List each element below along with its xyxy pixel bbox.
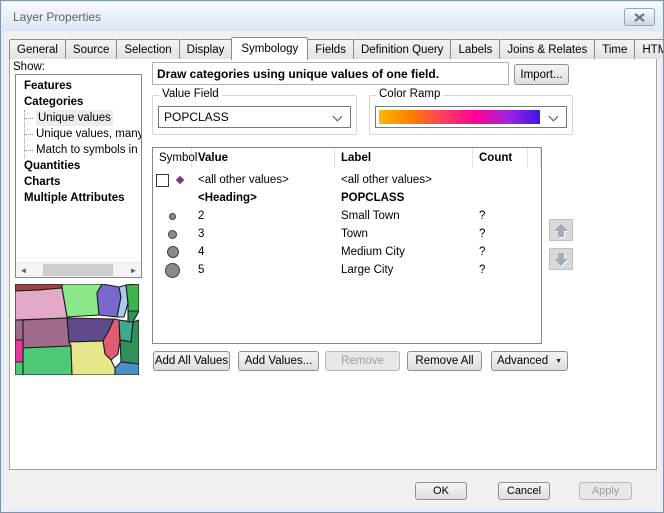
tab-symbology[interactable]: Symbology — [231, 37, 308, 60]
scroll-right-icon[interactable]: ► — [126, 263, 141, 277]
ok-button[interactable]: OK — [415, 482, 467, 500]
show-tree: Features Categories Unique values Unique… — [15, 74, 142, 278]
color-ramp-gradient — [379, 110, 540, 124]
symbol-cell — [153, 189, 192, 207]
tab-fields[interactable]: Fields — [307, 39, 354, 59]
add-values-button[interactable]: Add Values... — [238, 351, 319, 371]
add-all-values-button[interactable]: Add All Values — [153, 351, 230, 371]
header-label: Label — [335, 148, 473, 168]
cancel-button[interactable]: Cancel — [498, 482, 550, 500]
graduated-dot-icon — [167, 246, 179, 258]
title-bar: Layer Properties — [2, 2, 662, 31]
tree-categories-children: Unique values Unique values, many Match … — [24, 110, 141, 158]
table-row[interactable]: <Heading> POPCLASS — [153, 189, 541, 207]
chevron-down-icon — [549, 112, 559, 122]
color-ramp-group: Color Ramp — [369, 95, 573, 135]
scrollbar-track[interactable] — [31, 263, 126, 277]
header-spacer — [528, 148, 541, 168]
symbol-cell — [153, 225, 192, 243]
close-icon — [634, 13, 645, 22]
graduated-dot-icon — [165, 263, 180, 278]
tree-item-match-symbols[interactable]: Match to symbols in a — [25, 142, 141, 158]
chevron-down-icon — [333, 112, 343, 122]
tree-item-unique-values[interactable]: Unique values — [25, 110, 141, 126]
color-ramp-dropdown[interactable] — [375, 106, 567, 128]
instruction-text: Draw categories using unique values of o… — [152, 62, 509, 85]
scrollbar-thumb[interactable] — [43, 264, 113, 276]
show-label: Show: — [13, 61, 45, 73]
header-symbol: Symbol — [153, 148, 192, 168]
window-title: Layer Properties — [13, 10, 101, 24]
dropdown-arrow-icon: ▼ — [555, 358, 562, 365]
tab-source[interactable]: Source — [65, 39, 117, 59]
map-preview-thumbnail — [15, 284, 139, 375]
tab-strip: General Source Selection Display Symbolo… — [9, 36, 664, 59]
tab-display[interactable]: Display — [179, 39, 233, 59]
value-field-group: Value Field POPCLASS — [152, 95, 357, 135]
apply-button: Apply — [579, 482, 632, 500]
tab-general[interactable]: General — [9, 39, 66, 59]
tab-labels[interactable]: Labels — [450, 39, 500, 59]
import-button[interactable]: Import... — [514, 64, 569, 85]
tree-item-categories[interactable]: Categories — [16, 94, 141, 110]
diamond-symbol-icon — [176, 176, 184, 184]
scroll-left-icon[interactable]: ◄ — [16, 263, 31, 277]
move-down-button[interactable] — [549, 248, 573, 270]
tab-definition-query[interactable]: Definition Query — [353, 39, 451, 59]
value-field-value: POPCLASS — [159, 110, 229, 124]
header-count: Count — [473, 148, 528, 168]
tree-item-features[interactable]: Features — [16, 78, 141, 94]
tree-item-multiple-attributes[interactable]: Multiple Attributes — [16, 190, 141, 206]
graduated-dot-icon — [169, 213, 176, 220]
value-field-label: Value Field — [159, 88, 222, 100]
arrow-up-icon — [554, 224, 568, 237]
remove-button: Remove — [325, 351, 400, 371]
unique-values-list: Symbol Value Label Count <all other valu… — [152, 147, 542, 344]
layer-properties-dialog: Layer Properties General Source Selectio… — [0, 0, 664, 513]
tree-item-charts[interactable]: Charts — [16, 174, 141, 190]
table-row[interactable]: 5 Large City ? — [153, 261, 541, 279]
all-other-values-checkbox[interactable] — [156, 174, 169, 187]
arrow-down-icon — [554, 253, 568, 266]
symbol-cell — [153, 207, 192, 225]
tab-selection[interactable]: Selection — [116, 39, 179, 59]
close-button[interactable] — [624, 8, 655, 26]
symbol-cell — [153, 171, 192, 189]
move-up-button[interactable] — [549, 219, 573, 241]
table-row[interactable]: 2 Small Town ? — [153, 207, 541, 225]
value-field-dropdown[interactable]: POPCLASS — [158, 106, 351, 128]
symbol-cell — [153, 261, 192, 279]
tree-horizontal-scrollbar[interactable]: ◄ ► — [16, 262, 141, 277]
advanced-button[interactable]: Advanced ▼ — [491, 351, 568, 371]
tree-item-quantities[interactable]: Quantities — [16, 158, 141, 174]
table-row[interactable]: 3 Town ? — [153, 225, 541, 243]
symbol-cell — [153, 243, 192, 261]
tree-item-unique-values-many[interactable]: Unique values, many — [25, 126, 141, 142]
table-row[interactable]: 4 Medium City ? — [153, 243, 541, 261]
tab-joins-relates[interactable]: Joins & Relates — [499, 39, 595, 59]
color-ramp-label: Color Ramp — [376, 88, 443, 100]
list-header: Symbol Value Label Count — [153, 148, 541, 168]
tab-time[interactable]: Time — [594, 39, 635, 59]
remove-all-button[interactable]: Remove All — [407, 351, 482, 371]
tab-html-popup[interactable]: HTML Popup — [634, 39, 664, 59]
table-row[interactable]: <all other values> <all other values> — [153, 171, 541, 189]
header-value: Value — [192, 148, 335, 168]
graduated-dot-icon — [168, 230, 177, 239]
